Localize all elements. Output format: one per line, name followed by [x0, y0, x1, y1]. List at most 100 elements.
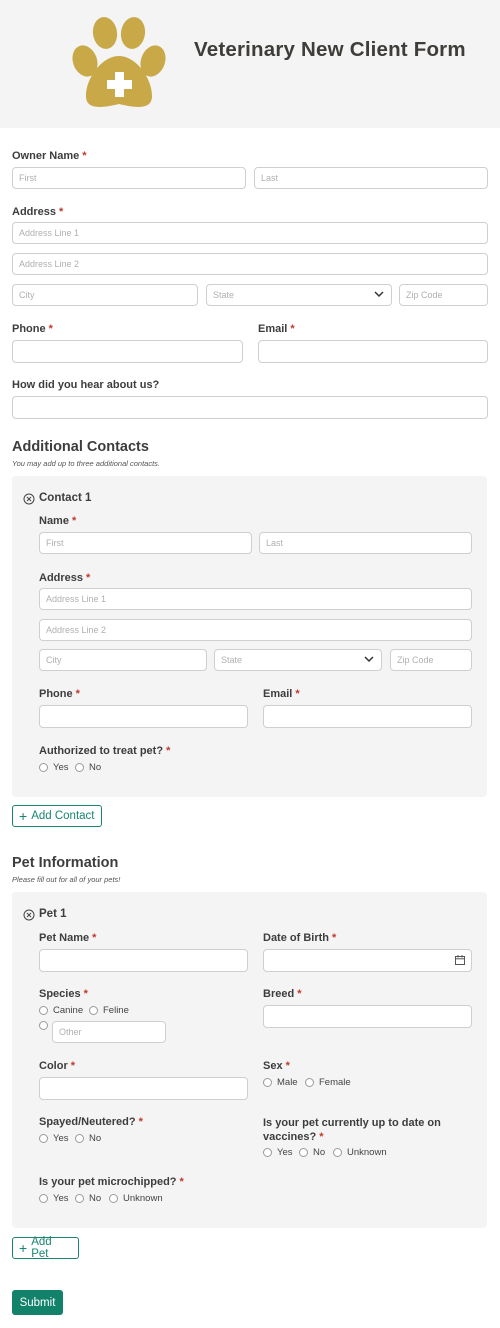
authorized-label-text: Authorized to treat pet?	[39, 745, 164, 757]
owner-address-line2-input[interactable]: Address Line 2	[12, 253, 488, 275]
spayed-yes-radio[interactable]: Yes	[39, 1133, 69, 1144]
spayed-label-text: Spayed/Neutered?	[39, 1116, 136, 1128]
contact-email-input[interactable]	[263, 705, 472, 728]
microchip-yes-radio[interactable]: Yes	[39, 1193, 69, 1204]
vaccines-unknown-label: Unknown	[347, 1147, 387, 1158]
owner-first-name-input[interactable]: First	[12, 167, 246, 189]
radio-circle-icon	[75, 1134, 84, 1143]
radio-circle-icon	[75, 763, 84, 772]
species-other-input[interactable]: Other	[52, 1021, 166, 1043]
radio-circle-icon	[39, 1134, 48, 1143]
contact-address-line1-input[interactable]: Address Line 1	[39, 588, 472, 610]
additional-contacts-subtitle: You may add up to three additional conta…	[12, 459, 161, 468]
owner-email-label: Email *	[258, 323, 295, 335]
radio-circle-icon	[39, 763, 48, 772]
form-title: Veterinary New Client Form	[194, 38, 466, 61]
pet-name-input[interactable]	[39, 949, 248, 972]
hear-about-input[interactable]	[12, 396, 488, 419]
sex-label-text: Sex	[263, 1060, 283, 1072]
contact-phone-input[interactable]	[39, 705, 248, 728]
add-contact-button[interactable]: + Add Contact	[12, 805, 102, 827]
owner-address-line1-input[interactable]: Address Line 1	[12, 222, 488, 244]
authorized-yes-radio[interactable]: Yes	[39, 762, 69, 773]
vaccines-unknown-radio[interactable]: Unknown	[333, 1147, 387, 1158]
spayed-yes-label: Yes	[53, 1133, 69, 1144]
contact-email-label-text: Email	[263, 688, 293, 700]
owner-city-input[interactable]: City	[12, 284, 198, 306]
authorized-label: Authorized to treat pet? *	[39, 745, 171, 757]
microchip-unknown-label: Unknown	[123, 1193, 163, 1204]
owner-address-label: Address *	[12, 206, 64, 218]
owner-name-label-text: Owner Name	[12, 150, 80, 162]
vaccines-label: Is your pet currently up to date on vacc…	[263, 1117, 441, 1143]
plus-icon: +	[19, 1240, 28, 1256]
species-feline-radio[interactable]: Feline	[89, 1005, 129, 1016]
chevron-down-icon	[364, 656, 374, 663]
owner-name-label: Owner Name *	[12, 150, 87, 162]
owner-last-name-input[interactable]: Last	[254, 167, 488, 189]
species-canine-radio[interactable]: Canine	[39, 1005, 83, 1016]
breed-input[interactable]	[263, 1005, 472, 1028]
radio-circle-icon	[39, 1194, 48, 1203]
color-input[interactable]	[39, 1077, 248, 1100]
contact-name-label-text: Name	[39, 515, 69, 527]
owner-phone-label: Phone *	[12, 323, 53, 335]
breed-label-text: Breed	[263, 988, 295, 1000]
radio-circle-icon	[39, 1021, 48, 1030]
contact-last-name-input[interactable]: Last	[259, 532, 472, 554]
contact-address-line2-input[interactable]: Address Line 2	[39, 619, 472, 641]
contact-city-input[interactable]: City	[39, 649, 207, 671]
contact-name-label: Name *	[39, 515, 77, 527]
contact-1-title: Contact 1	[39, 492, 92, 504]
owner-state-select[interactable]: State	[206, 284, 392, 306]
hear-about-label: How did you hear about us?	[12, 379, 160, 391]
calendar-icon[interactable]	[455, 955, 465, 965]
owner-zip-input[interactable]: Zip Code	[399, 284, 488, 306]
species-other-radio[interactable]	[39, 1021, 53, 1030]
pet-name-label: Pet Name *	[39, 932, 97, 944]
contact-address-label: Address *	[39, 572, 91, 584]
sex-male-label: Male	[277, 1077, 298, 1088]
contact-state-select[interactable]: State	[214, 649, 382, 671]
dob-input[interactable]	[263, 949, 472, 972]
species-feline-label: Feline	[103, 1005, 129, 1016]
remove-pet-icon[interactable]	[23, 909, 35, 921]
spayed-no-label: No	[89, 1133, 102, 1144]
chevron-down-icon	[374, 291, 384, 298]
submit-button[interactable]: Submit	[12, 1290, 63, 1315]
owner-phone-input[interactable]	[12, 340, 243, 363]
microchip-label-text: Is your pet microchipped?	[39, 1176, 177, 1188]
pet-information-subtitle: Please fill out for all of your pets!	[12, 875, 121, 884]
add-pet-button[interactable]: + Add Pet	[12, 1236, 79, 1260]
vaccines-no-radio[interactable]: No	[299, 1147, 325, 1158]
pet-information-title: Pet Information	[12, 855, 119, 871]
paw-medical-cross-icon	[72, 17, 166, 107]
add-pet-label: Add Pet	[31, 1236, 52, 1260]
owner-state-value: State	[213, 290, 235, 300]
species-canine-label: Canine	[53, 1005, 84, 1016]
contact-zip-input[interactable]: Zip Code	[390, 649, 472, 671]
radio-circle-icon	[305, 1078, 314, 1087]
microchip-unknown-radio[interactable]: Unknown	[109, 1193, 163, 1204]
species-label-text: Species	[39, 988, 81, 1000]
contact-first-name-input[interactable]: First	[39, 532, 252, 554]
sex-female-radio[interactable]: Female	[305, 1077, 351, 1088]
radio-circle-icon	[263, 1148, 272, 1157]
breed-label: Breed *	[263, 988, 302, 1000]
microchip-no-radio[interactable]: No	[75, 1193, 101, 1204]
spayed-no-radio[interactable]: No	[75, 1133, 101, 1144]
vaccines-yes-radio[interactable]: Yes	[263, 1147, 293, 1158]
spayed-label: Spayed/Neutered? *	[39, 1116, 143, 1128]
sex-female-label: Female	[319, 1077, 351, 1088]
authorized-no-radio[interactable]: No	[75, 762, 101, 773]
form-header: Veterinary New Client Form	[0, 0, 500, 128]
sex-male-radio[interactable]: Male	[263, 1077, 298, 1088]
authorized-yes-label: Yes	[53, 762, 69, 773]
microchip-yes-label: Yes	[53, 1193, 69, 1204]
owner-address-label-text: Address	[12, 206, 57, 218]
contact-phone-label: Phone *	[39, 688, 80, 700]
owner-email-input[interactable]	[258, 340, 488, 363]
remove-contact-icon[interactable]	[23, 493, 35, 505]
radio-circle-icon	[263, 1078, 272, 1087]
color-label: Color *	[39, 1060, 76, 1072]
